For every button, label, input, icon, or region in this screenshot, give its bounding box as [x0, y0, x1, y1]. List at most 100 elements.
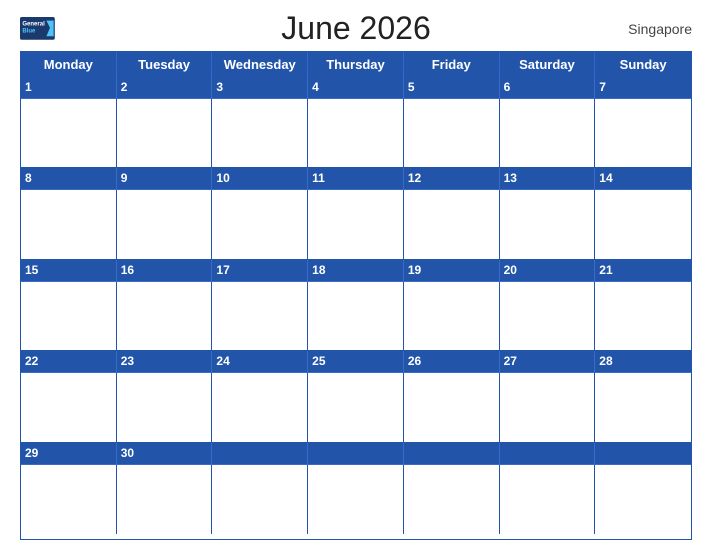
cell-28 [595, 373, 691, 441]
week-2-dates: 8 9 10 11 12 13 14 [21, 168, 691, 190]
cell-24 [212, 373, 308, 441]
cell-1 [21, 99, 117, 167]
date-21: 21 [595, 260, 691, 281]
date-28: 28 [595, 351, 691, 372]
date-2: 2 [117, 77, 213, 98]
date-20: 20 [500, 260, 596, 281]
day-monday: Monday [21, 52, 117, 77]
cell-3 [212, 99, 308, 167]
week-row-3: 15 16 17 18 19 20 21 [21, 260, 691, 351]
date-empty-1 [212, 443, 308, 464]
cell-8 [21, 190, 117, 258]
day-thursday: Thursday [308, 52, 404, 77]
month-year-title: June 2026 [110, 10, 602, 47]
cell-19 [404, 282, 500, 350]
date-6: 6 [500, 77, 596, 98]
date-25: 25 [308, 351, 404, 372]
cell-12 [404, 190, 500, 258]
date-empty-4 [500, 443, 596, 464]
week-3-content [21, 282, 691, 351]
logo-icon: General Blue [20, 17, 56, 41]
cell-16 [117, 282, 213, 350]
date-5: 5 [404, 77, 500, 98]
date-empty-5 [595, 443, 691, 464]
date-1: 1 [21, 77, 117, 98]
date-29: 29 [21, 443, 117, 464]
cell-empty-5 [595, 465, 691, 534]
date-24: 24 [212, 351, 308, 372]
date-3: 3 [212, 77, 308, 98]
date-13: 13 [500, 168, 596, 189]
cell-5 [404, 99, 500, 167]
cell-17 [212, 282, 308, 350]
cell-empty-3 [404, 465, 500, 534]
day-friday: Friday [404, 52, 500, 77]
date-18: 18 [308, 260, 404, 281]
svg-text:General: General [22, 21, 45, 27]
week-row-2: 8 9 10 11 12 13 14 [21, 168, 691, 259]
svg-text:Blue: Blue [22, 28, 36, 34]
week-3-dates: 15 16 17 18 19 20 21 [21, 260, 691, 282]
date-23: 23 [117, 351, 213, 372]
week-4-dates: 22 23 24 25 26 27 28 [21, 351, 691, 373]
cell-26 [404, 373, 500, 441]
cell-18 [308, 282, 404, 350]
country-label: Singapore [602, 21, 692, 37]
week-row-1: 1 2 3 4 5 6 7 [21, 77, 691, 168]
week-5-dates: 29 30 [21, 443, 691, 465]
day-saturday: Saturday [500, 52, 596, 77]
date-16: 16 [117, 260, 213, 281]
date-9: 9 [117, 168, 213, 189]
day-sunday: Sunday [595, 52, 691, 77]
cell-4 [308, 99, 404, 167]
week-2-content [21, 190, 691, 259]
date-27: 27 [500, 351, 596, 372]
date-17: 17 [212, 260, 308, 281]
date-19: 19 [404, 260, 500, 281]
week-row-4: 22 23 24 25 26 27 28 [21, 351, 691, 442]
week-1-dates: 1 2 3 4 5 6 7 [21, 77, 691, 99]
cell-15 [21, 282, 117, 350]
cell-6 [500, 99, 596, 167]
date-11: 11 [308, 168, 404, 189]
date-7: 7 [595, 77, 691, 98]
date-30: 30 [117, 443, 213, 464]
day-tuesday: Tuesday [117, 52, 213, 77]
date-26: 26 [404, 351, 500, 372]
date-15: 15 [21, 260, 117, 281]
logo: General Blue [20, 17, 110, 41]
cell-22 [21, 373, 117, 441]
week-5-content [21, 465, 691, 534]
calendar-title-area: June 2026 [110, 10, 602, 47]
week-1-content [21, 99, 691, 168]
cell-empty-2 [308, 465, 404, 534]
cell-7 [595, 99, 691, 167]
cell-14 [595, 190, 691, 258]
day-wednesday: Wednesday [212, 52, 308, 77]
week-4-content [21, 373, 691, 442]
cell-21 [595, 282, 691, 350]
cell-29 [21, 465, 117, 534]
cell-27 [500, 373, 596, 441]
date-empty-2 [308, 443, 404, 464]
cell-23 [117, 373, 213, 441]
cell-13 [500, 190, 596, 258]
week-row-5: 29 30 [21, 443, 691, 534]
cell-2 [117, 99, 213, 167]
cell-9 [117, 190, 213, 258]
cell-25 [308, 373, 404, 441]
calendar: Monday Tuesday Wednesday Thursday Friday… [20, 51, 692, 540]
date-empty-3 [404, 443, 500, 464]
cell-30 [117, 465, 213, 534]
cell-10 [212, 190, 308, 258]
cell-11 [308, 190, 404, 258]
date-10: 10 [212, 168, 308, 189]
cell-empty-1 [212, 465, 308, 534]
date-4: 4 [308, 77, 404, 98]
days-header: Monday Tuesday Wednesday Thursday Friday… [21, 52, 691, 77]
calendar-body: 1 2 3 4 5 6 7 8 9 10 [21, 77, 691, 534]
date-22: 22 [21, 351, 117, 372]
date-8: 8 [21, 168, 117, 189]
date-14: 14 [595, 168, 691, 189]
cell-20 [500, 282, 596, 350]
